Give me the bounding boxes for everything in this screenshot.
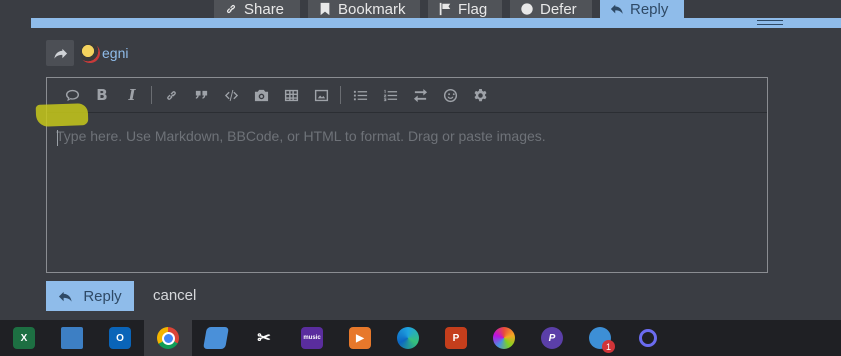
exchange-icon bbox=[413, 88, 427, 102]
text-cursor bbox=[57, 130, 58, 146]
share-button[interactable]: Share bbox=[214, 0, 300, 18]
gear-icon bbox=[474, 88, 486, 101]
reply-button-label: Reply bbox=[83, 287, 122, 305]
reply-composer: egni B I Type here. Use Markdown, BBCode… bbox=[31, 18, 841, 320]
speech-bubble-icon bbox=[65, 89, 79, 101]
bold-button[interactable]: B bbox=[87, 84, 117, 106]
windows-taskbar: X O ✂ music ▶ P P 1 bbox=[0, 320, 841, 356]
reply-textarea[interactable] bbox=[56, 128, 756, 268]
reply-button[interactable]: Reply bbox=[46, 281, 134, 311]
numbered-list-icon bbox=[383, 89, 397, 101]
reply-to-username[interactable]: egni bbox=[102, 45, 128, 61]
table-button[interactable] bbox=[276, 84, 306, 106]
avatar[interactable] bbox=[80, 43, 100, 63]
flag-icon bbox=[439, 2, 451, 16]
table-icon bbox=[284, 89, 298, 101]
pixel-app-icon: P bbox=[541, 327, 563, 349]
link-icon bbox=[226, 4, 236, 14]
taskbar-pixel-app[interactable]: P bbox=[528, 320, 576, 356]
quote-marks-icon bbox=[195, 90, 207, 99]
taskbar-edge[interactable] bbox=[384, 320, 432, 356]
share-label: Share bbox=[244, 0, 285, 18]
composer-resize-bar[interactable] bbox=[31, 18, 841, 28]
editor-toolbar: B I bbox=[47, 78, 767, 113]
flag-label: Flag bbox=[458, 0, 488, 18]
outlook-icon: O bbox=[109, 327, 131, 349]
options-button[interactable] bbox=[465, 84, 495, 106]
taskbar-cortana[interactable] bbox=[624, 320, 672, 356]
reply-tab-button[interactable]: Reply bbox=[600, 0, 684, 18]
toolbar-divider bbox=[151, 86, 152, 104]
defer-label: Defer bbox=[540, 0, 577, 18]
bookmark-button[interactable]: Bookmark bbox=[308, 0, 420, 18]
taskbar-excel[interactable]: X bbox=[0, 320, 48, 356]
smiley-icon bbox=[443, 88, 457, 102]
post-actions-bar: Share Bookmark Flag Defer Reply bbox=[0, 0, 841, 18]
taskbar-media-app[interactable]: ▶ bbox=[336, 320, 384, 356]
toolbar-divider bbox=[340, 86, 341, 104]
code-icon bbox=[224, 89, 238, 101]
upload-button[interactable] bbox=[246, 84, 276, 106]
remote-desktop-icon bbox=[61, 327, 83, 349]
taskbar-notification-app[interactable]: 1 bbox=[576, 320, 624, 356]
reply-icon bbox=[59, 291, 72, 302]
powerpoint-icon: P bbox=[445, 327, 467, 349]
grip-icon[interactable] bbox=[757, 20, 783, 25]
blockquote-button[interactable] bbox=[186, 84, 216, 106]
circle-icon bbox=[521, 3, 533, 15]
toggle-direction-button[interactable] bbox=[405, 84, 435, 106]
excel-icon: X bbox=[13, 327, 35, 349]
amazon-music-icon: music bbox=[301, 327, 323, 349]
edge-icon bbox=[397, 327, 419, 349]
app-blue-icon bbox=[203, 327, 229, 349]
chrome-icon bbox=[157, 327, 179, 349]
emoji-button[interactable] bbox=[435, 84, 465, 106]
bookmark-label: Bookmark bbox=[338, 0, 406, 18]
link-button[interactable] bbox=[156, 84, 186, 106]
taskbar-amazon-music[interactable]: music bbox=[288, 320, 336, 356]
defer-button[interactable]: Defer bbox=[510, 0, 592, 18]
bulleted-list-button[interactable] bbox=[345, 84, 375, 106]
bookmark-icon bbox=[320, 2, 330, 16]
bold-icon: B bbox=[96, 86, 108, 104]
reply-to-toggle-button[interactable] bbox=[46, 40, 74, 66]
italic-icon: I bbox=[128, 86, 136, 104]
cancel-link[interactable]: cancel bbox=[153, 281, 196, 311]
highlighter-mark bbox=[35, 103, 89, 127]
taskbar-chrome[interactable] bbox=[144, 320, 192, 356]
taskbar-powerpoint[interactable]: P bbox=[432, 320, 480, 356]
taskbar-outlook[interactable]: O bbox=[96, 320, 144, 356]
scissors-icon: ✂ bbox=[257, 330, 271, 347]
preformatted-button[interactable] bbox=[216, 84, 246, 106]
italic-button[interactable]: I bbox=[117, 84, 147, 106]
cortana-icon bbox=[639, 329, 657, 347]
hyperlink-icon bbox=[166, 90, 176, 100]
taskbar-app-blue[interactable] bbox=[192, 320, 240, 356]
photos-icon bbox=[493, 327, 515, 349]
reply-to-row: egni bbox=[46, 40, 128, 66]
reply-icon bbox=[610, 4, 623, 14]
reply-tab-label: Reply bbox=[630, 0, 669, 18]
bulleted-list-icon bbox=[353, 90, 367, 100]
numbered-list-button[interactable] bbox=[375, 84, 405, 106]
share-arrow-icon bbox=[53, 48, 67, 59]
media-app-icon: ▶ bbox=[349, 327, 371, 349]
taskbar-snipping-tool[interactable]: ✂ bbox=[240, 320, 288, 356]
notification-badge: 1 bbox=[602, 340, 615, 353]
taskbar-photos[interactable] bbox=[480, 320, 528, 356]
flag-button[interactable]: Flag bbox=[428, 0, 502, 18]
taskbar-remote-desktop[interactable] bbox=[48, 320, 96, 356]
editor: B I bbox=[46, 77, 768, 273]
camera-icon bbox=[254, 89, 268, 101]
image-button[interactable] bbox=[306, 84, 336, 106]
image-icon bbox=[314, 89, 328, 101]
page: Share Bookmark Flag Defer Reply egni B I… bbox=[0, 0, 841, 356]
